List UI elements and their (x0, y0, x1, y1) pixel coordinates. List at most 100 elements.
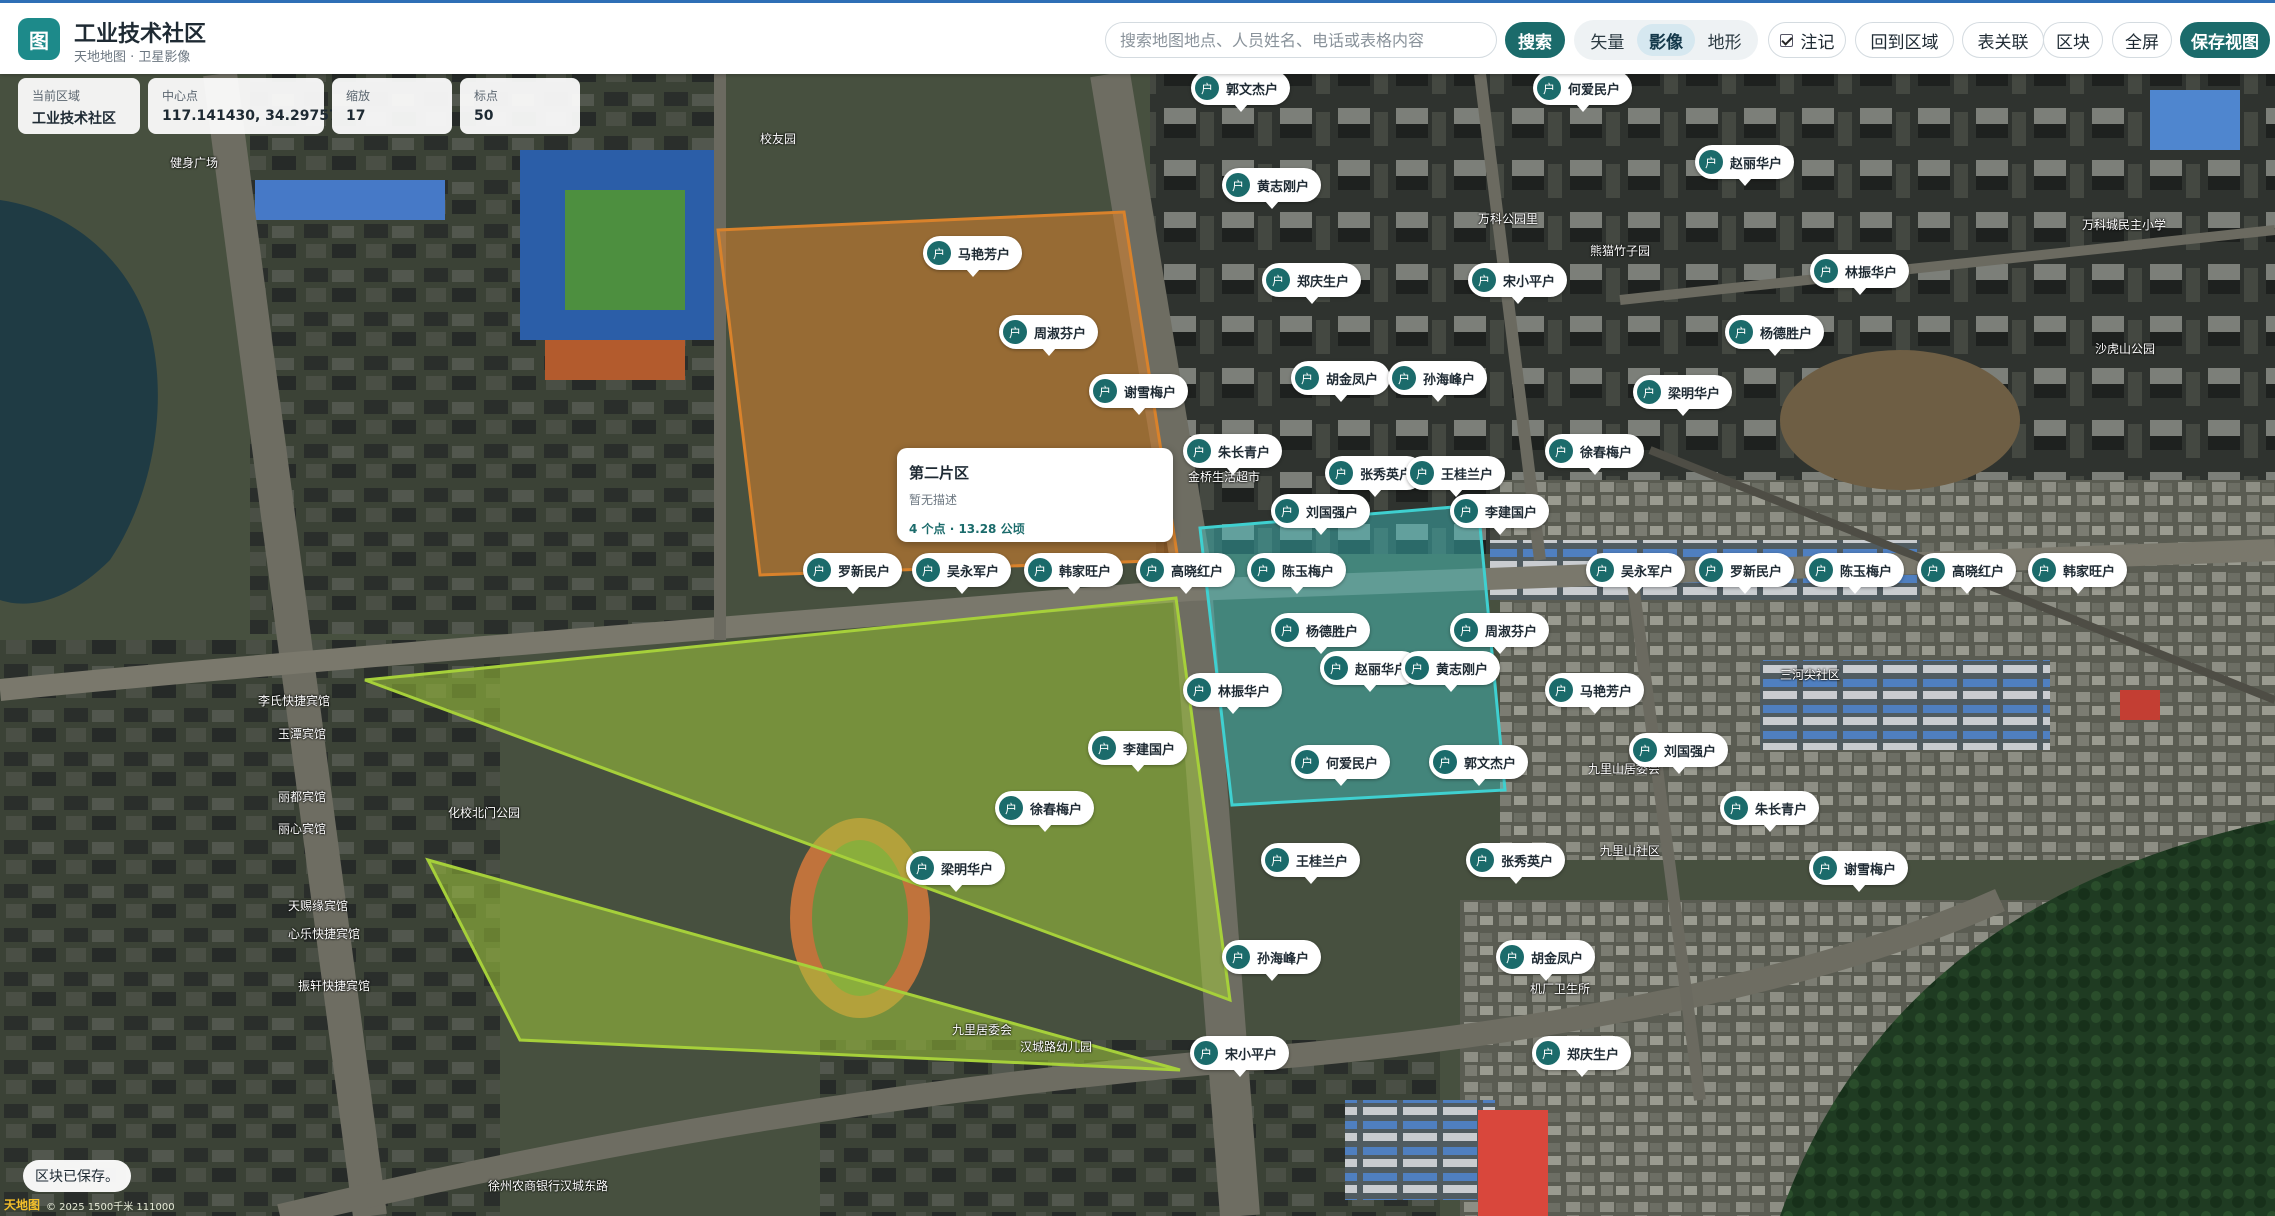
search-button[interactable]: 搜索 (1505, 22, 1565, 58)
marker-label: 谢雪梅户 (1844, 862, 1897, 878)
marker-label: 吴永军户 (947, 564, 1000, 580)
household-marker[interactable]: 户郭文杰户 (1429, 745, 1529, 786)
back-to-region-button[interactable]: 回到区域 (1855, 22, 1954, 58)
marker-label: 徐春梅户 (1580, 445, 1633, 461)
household-marker[interactable]: 户吴永军户 (912, 553, 1012, 594)
marker-label: 高晓红户 (1171, 564, 1224, 580)
household-marker[interactable]: 户罗新民户 (1695, 553, 1795, 594)
household-icon: 户 (1472, 268, 1496, 292)
household-marker[interactable]: 户赵丽华户 (1695, 145, 1795, 186)
map-type-terrain[interactable]: 地形 (1695, 24, 1754, 56)
household-marker[interactable]: 户谢雪梅户 (1089, 374, 1189, 415)
household-icon: 户 (1405, 656, 1429, 680)
household-marker[interactable]: 户李建国户 (1450, 494, 1550, 535)
household-marker[interactable]: 户胡金凤户 (1496, 940, 1596, 981)
household-marker[interactable]: 户郭文杰户 (1191, 74, 1291, 112)
household-icon: 户 (1265, 848, 1289, 872)
marker-label: 胡金凤户 (1531, 951, 1584, 967)
household-marker[interactable]: 户谢雪梅户 (1809, 851, 1909, 892)
household-marker[interactable]: 户郑庆生户 (1262, 263, 1362, 304)
household-icon: 户 (1195, 76, 1219, 100)
household-marker[interactable]: 户宋小平户 (1468, 263, 1568, 304)
info-card-points: 标点 50 (460, 78, 580, 134)
household-icon: 户 (1729, 320, 1753, 344)
household-marker[interactable]: 户何爱民户 (1291, 745, 1391, 786)
poi-label: 九里居委会 (952, 1023, 1013, 1037)
block-button[interactable]: 区块 (2043, 22, 2103, 58)
household-marker[interactable]: 户刘国强户 (1629, 733, 1729, 774)
household-marker[interactable]: 户胡金凤户 (1291, 361, 1391, 402)
household-marker[interactable]: 户徐春梅户 (1545, 434, 1645, 475)
map-canvas[interactable]: 当前区域 工业技术社区 中心点 117.141430, 34.297570 缩放… (0, 74, 2275, 1216)
marker-label: 刘国强户 (1664, 744, 1717, 760)
save-view-button[interactable]: 保存视图 (2180, 22, 2270, 58)
household-marker[interactable]: 户吴永军户 (1586, 553, 1686, 594)
household-marker[interactable]: 户梁明华户 (1633, 375, 1733, 416)
household-marker[interactable]: 户张秀英户 (1466, 843, 1566, 884)
household-marker[interactable]: 户杨德胜户 (1725, 315, 1825, 356)
household-marker[interactable]: 户朱长青户 (1720, 791, 1820, 832)
household-marker[interactable]: 户黄志刚户 (1401, 651, 1501, 692)
fullscreen-button[interactable]: 全屏 (2112, 22, 2172, 58)
household-marker[interactable]: 户高晓红户 (1136, 553, 1236, 594)
household-marker[interactable]: 户黄志刚户 (1222, 168, 1322, 209)
poi-label: 健身广场 (170, 156, 219, 170)
marker-label: 王桂兰户 (1296, 854, 1349, 870)
household-marker[interactable]: 户罗新民户 (803, 553, 903, 594)
checkbox-icon[interactable] (1779, 33, 1793, 47)
marker-label: 孙海峰户 (1257, 951, 1310, 967)
household-marker[interactable]: 户马艳芳户 (1545, 673, 1645, 714)
household-icon: 户 (1549, 678, 1573, 702)
poi-label: 丽心宾馆 (278, 822, 327, 836)
center-label: 中心点 (162, 89, 199, 103)
marker-label: 何爱民户 (1326, 756, 1379, 772)
household-marker[interactable]: 户梁明华户 (906, 851, 1006, 892)
household-marker[interactable]: 户韩家旺户 (1024, 553, 1124, 594)
household-marker[interactable]: 户宋小平户 (1190, 1036, 1290, 1077)
household-marker[interactable]: 户孙海峰户 (1222, 940, 1322, 981)
household-marker[interactable]: 户郑庆生户 (1532, 1036, 1632, 1077)
marker-label: 赵丽华户 (1355, 662, 1408, 678)
household-icon: 户 (1813, 856, 1837, 880)
household-marker[interactable]: 户朱长青户 (1183, 434, 1283, 475)
household-icon: 户 (1549, 439, 1573, 463)
household-icon: 户 (1590, 558, 1614, 582)
household-marker[interactable]: 户林振华户 (1810, 254, 1910, 295)
marker-label: 周淑芬户 (1034, 326, 1087, 342)
marker-label: 刘国强户 (1306, 505, 1359, 521)
household-marker[interactable]: 户陈玉梅户 (1805, 553, 1905, 594)
poi-label: 玉潭宾馆 (278, 727, 327, 741)
annotation-toggle[interactable]: 注记 (1768, 22, 1846, 58)
poi-label: 三河尖社区 (1780, 668, 1841, 682)
marker-label: 王桂兰户 (1441, 467, 1494, 483)
household-marker[interactable]: 户孙海峰户 (1388, 361, 1488, 402)
household-marker[interactable]: 户陈玉梅户 (1247, 553, 1347, 594)
household-icon: 户 (1275, 499, 1299, 523)
link-table-button[interactable]: 表关联 (1962, 22, 2044, 58)
household-marker[interactable]: 户周淑芬户 (999, 315, 1099, 356)
marker-label: 罗新民户 (1730, 564, 1783, 580)
household-marker[interactable]: 户马艳芳户 (923, 236, 1023, 277)
scale-text: © 2025 1500千米 111000 (46, 1202, 175, 1213)
marker-label: 周淑芬户 (1485, 624, 1538, 640)
map-type-imagery[interactable]: 影像 (1636, 24, 1696, 56)
household-marker[interactable]: 户杨德胜户 (1271, 613, 1371, 654)
household-marker[interactable]: 户何爱民户 (1533, 74, 1633, 112)
household-marker[interactable]: 户林振华户 (1183, 673, 1283, 714)
region-popup[interactable]: 第二片区 暂无描述 4 个点 · 13.28 公顷 (897, 448, 1173, 542)
marker-label: 张秀英户 (1360, 467, 1413, 483)
poi-label: 化校北门公园 (448, 806, 521, 820)
map-type-vector[interactable]: 矢量 (1578, 24, 1637, 56)
household-marker[interactable]: 户周淑芬户 (1450, 613, 1550, 654)
household-marker[interactable]: 户徐春梅户 (995, 791, 1095, 832)
household-marker[interactable]: 户王桂兰户 (1406, 456, 1506, 497)
household-marker[interactable]: 户高晓红户 (1917, 553, 2017, 594)
household-marker[interactable]: 户王桂兰户 (1261, 843, 1361, 884)
center-value: 117.141430, 34.297570 (162, 108, 349, 124)
search-input[interactable] (1105, 22, 1497, 58)
household-icon: 户 (1699, 150, 1723, 174)
marker-label: 李建国户 (1123, 742, 1176, 758)
household-marker[interactable]: 户刘国强户 (1271, 494, 1371, 535)
household-marker[interactable]: 户李建国户 (1088, 731, 1188, 772)
household-marker[interactable]: 户韩家旺户 (2028, 553, 2128, 594)
